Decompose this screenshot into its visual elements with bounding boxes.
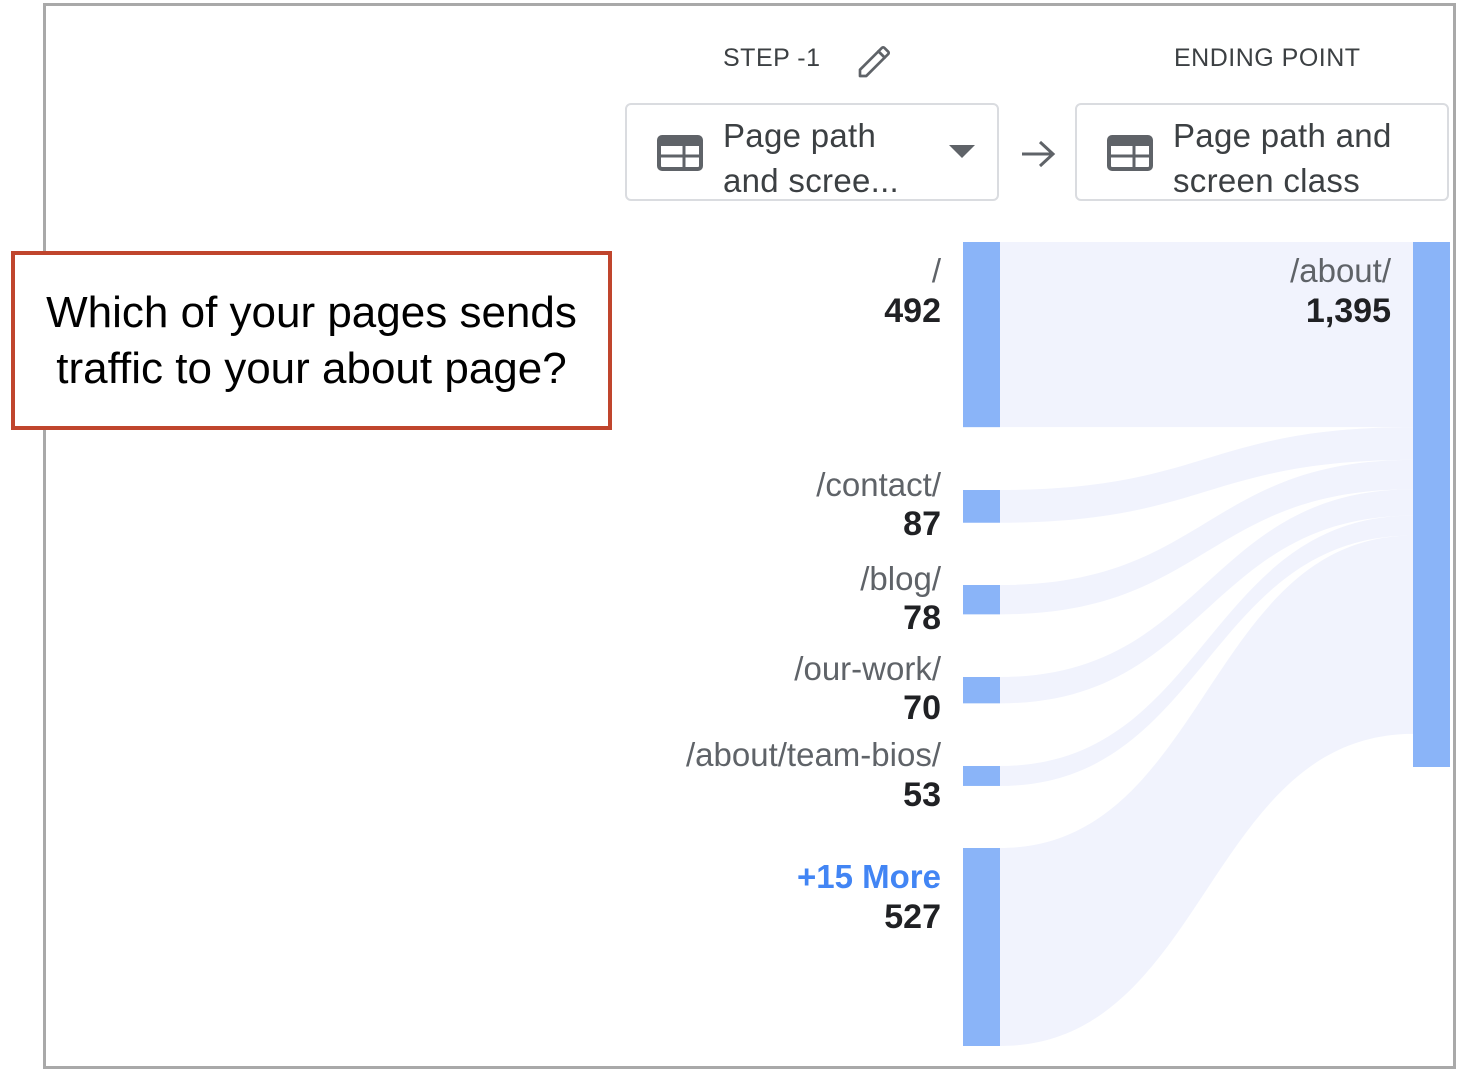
target-node-value: 1,395	[1305, 292, 1391, 330]
source-node-label[interactable]: /our-work/	[794, 650, 941, 688]
target-node-bar[interactable]	[1413, 242, 1450, 767]
pencil-icon	[858, 45, 891, 78]
step-dimension-line2: and scree...	[723, 162, 900, 199]
arrow-right-icon	[1022, 140, 1056, 168]
source-node-bar[interactable]	[963, 848, 1000, 1046]
source-node-value: 78	[903, 599, 941, 637]
source-node-bar[interactable]	[963, 242, 1000, 428]
source-node-label[interactable]: /contact/	[816, 466, 941, 504]
step-dimension-label: Page path and scree...	[723, 113, 899, 203]
step-dimension-line1: Page path	[723, 117, 877, 154]
edit-step-button[interactable]	[852, 38, 898, 84]
source-node-bar[interactable]	[963, 677, 1000, 704]
target-node-label[interactable]: /about/	[1290, 252, 1391, 290]
more-sources-link[interactable]: +15 More	[797, 858, 941, 896]
source-node-value: 492	[884, 292, 941, 330]
source-node-value: 87	[903, 505, 941, 543]
source-node-bar[interactable]	[963, 585, 1000, 615]
callout-text: Which of your pages sends traffic to you…	[22, 285, 602, 397]
callout-line2: traffic to your about page?	[56, 343, 567, 393]
source-node-bar[interactable]	[963, 490, 1000, 523]
table-icon	[1107, 135, 1153, 171]
step-dimension-dropdown[interactable]: Page path and scree...	[625, 103, 999, 201]
ending-dimension-line2: screen class	[1173, 162, 1361, 199]
source-node-label[interactable]: /blog/	[860, 560, 941, 598]
source-node-bar[interactable]	[963, 766, 1000, 786]
source-node-value: 70	[903, 689, 941, 727]
question-callout: Which of your pages sends traffic to you…	[11, 251, 612, 430]
callout-line1: Which of your pages sends	[46, 287, 577, 337]
ending-dimension-field: Page path and screen class	[1075, 103, 1449, 201]
ending-point-label: ENDING POINT	[1174, 44, 1361, 72]
source-node-label[interactable]: /about/team-bios/	[686, 736, 941, 774]
source-node-value: 53	[903, 776, 941, 814]
ending-dimension-line1: Page path and	[1173, 117, 1392, 154]
source-node-label[interactable]: /	[932, 252, 941, 290]
step-label: STEP -1	[723, 44, 821, 72]
ending-dimension-label: Page path and screen class	[1173, 113, 1392, 203]
flow-link[interactable]	[1000, 535, 1413, 1046]
table-icon	[657, 135, 703, 171]
caret-down-icon	[949, 145, 975, 158]
source-node-value: 527	[884, 898, 941, 936]
